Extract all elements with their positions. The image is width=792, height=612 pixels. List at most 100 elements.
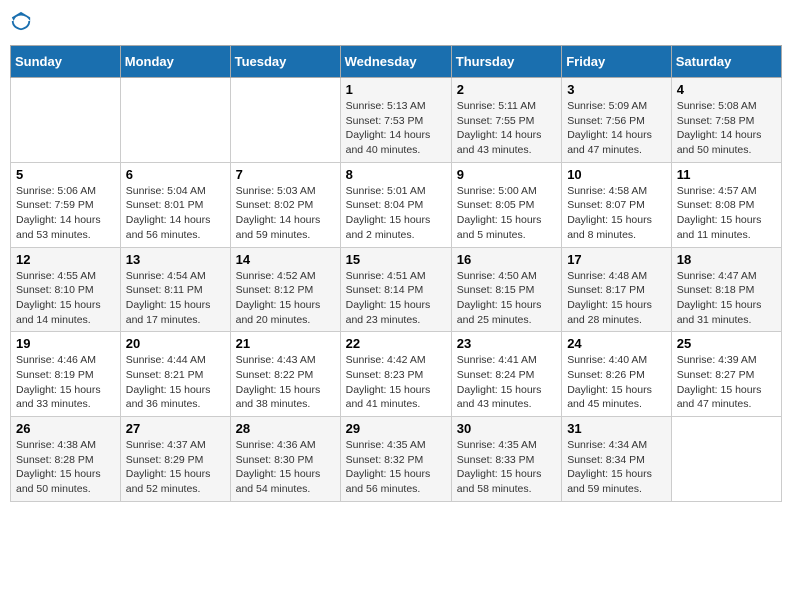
day-cell: 23Sunrise: 4:41 AMSunset: 8:24 PMDayligh…: [451, 332, 561, 417]
day-number: 26: [16, 421, 115, 436]
week-row-5: 26Sunrise: 4:38 AMSunset: 8:28 PMDayligh…: [11, 417, 782, 502]
page-header: [10, 10, 782, 37]
day-cell: 1 Sunrise: 5:13 AMSunset: 7:53 PMDaylight…: [340, 78, 451, 163]
week-row-3: 12 Sunrise: 4:55 AMSunset: 8:10 PMDayligh…: [11, 247, 782, 332]
day-number: 9: [457, 167, 556, 182]
day-number: 28: [236, 421, 335, 436]
day-info: Sunrise: 4:50 AMSunset: 8:15 PMDaylight:…: [457, 269, 556, 328]
day-info: Sunrise: 5:08 AMSunset: 7:58 PMDaylight:…: [677, 99, 776, 158]
day-cell: 13 Sunrise: 4:54 AMSunset: 8:11 PMDayligh…: [120, 247, 230, 332]
day-cell: [671, 417, 781, 502]
day-number: 1: [346, 82, 446, 97]
calendar-header: SundayMondayTuesdayWednesdayThursdayFrid…: [11, 46, 782, 78]
week-row-1: 1 Sunrise: 5:13 AMSunset: 7:53 PMDaylight…: [11, 78, 782, 163]
day-number: 2: [457, 82, 556, 97]
day-number: 5: [16, 167, 115, 182]
header-cell-tuesday: Tuesday: [230, 46, 340, 78]
day-cell: 10 Sunrise: 4:58 AMSunset: 8:07 PMDayligh…: [562, 162, 672, 247]
header-cell-saturday: Saturday: [671, 46, 781, 78]
day-info: Sunrise: 4:39 AMSunset: 8:27 PMDaylight:…: [677, 353, 776, 412]
day-cell: 21Sunrise: 4:43 AMSunset: 8:22 PMDayligh…: [230, 332, 340, 417]
day-cell: [120, 78, 230, 163]
day-cell: 11 Sunrise: 4:57 AMSunset: 8:08 PMDayligh…: [671, 162, 781, 247]
day-cell: 15 Sunrise: 4:51 AMSunset: 8:14 PMDayligh…: [340, 247, 451, 332]
day-info: Sunrise: 4:34 AMSunset: 8:34 PMDaylight:…: [567, 438, 666, 497]
day-cell: 19 Sunrise: 4:46 AMSunset: 8:19 PMDayligh…: [11, 332, 121, 417]
day-info: Sunrise: 4:47 AMSunset: 8:18 PMDaylight:…: [677, 269, 776, 328]
day-info: Sunrise: 4:57 AMSunset: 8:08 PMDaylight:…: [677, 184, 776, 243]
day-cell: 28 Sunrise: 4:36 AMSunset: 8:30 PMDayligh…: [230, 417, 340, 502]
day-number: 14: [236, 252, 335, 267]
day-info: Sunrise: 4:46 AMSunset: 8:19 PMDaylight:…: [16, 353, 115, 412]
day-info: Sunrise: 4:48 AMSunset: 8:17 PMDaylight:…: [567, 269, 666, 328]
day-number: 15: [346, 252, 446, 267]
day-cell: 4 Sunrise: 5:08 AMSunset: 7:58 PMDaylight…: [671, 78, 781, 163]
day-number: 10: [567, 167, 666, 182]
day-info: Sunrise: 4:41 AMSunset: 8:24 PMDaylight:…: [457, 353, 556, 412]
day-info: Sunrise: 5:00 AMSunset: 8:05 PMDaylight:…: [457, 184, 556, 243]
day-cell: 24 Sunrise: 4:40 AMSunset: 8:26 PMDayligh…: [562, 332, 672, 417]
day-cell: 31Sunrise: 4:34 AMSunset: 8:34 PMDayligh…: [562, 417, 672, 502]
day-info: Sunrise: 5:01 AMSunset: 8:04 PMDaylight:…: [346, 184, 446, 243]
day-info: Sunrise: 4:58 AMSunset: 8:07 PMDaylight:…: [567, 184, 666, 243]
day-info: Sunrise: 5:04 AMSunset: 8:01 PMDaylight:…: [126, 184, 225, 243]
day-info: Sunrise: 4:44 AMSunset: 8:21 PMDaylight:…: [126, 353, 225, 412]
day-number: 3: [567, 82, 666, 97]
day-number: 22: [346, 336, 446, 351]
day-cell: 29 Sunrise: 4:35 AMSunset: 8:32 PMDayligh…: [340, 417, 451, 502]
day-cell: [230, 78, 340, 163]
day-number: 11: [677, 167, 776, 182]
day-info: Sunrise: 4:54 AMSunset: 8:11 PMDaylight:…: [126, 269, 225, 328]
day-cell: 6 Sunrise: 5:04 AMSunset: 8:01 PMDaylight…: [120, 162, 230, 247]
day-cell: 17 Sunrise: 4:48 AMSunset: 8:17 PMDayligh…: [562, 247, 672, 332]
day-number: 25: [677, 336, 776, 351]
day-number: 30: [457, 421, 556, 436]
day-cell: 2 Sunrise: 5:11 AMSunset: 7:55 PMDaylight…: [451, 78, 561, 163]
day-number: 16: [457, 252, 556, 267]
logo-icon: [10, 10, 32, 32]
day-info: Sunrise: 4:36 AMSunset: 8:30 PMDaylight:…: [236, 438, 335, 497]
day-number: 29: [346, 421, 446, 436]
day-info: Sunrise: 5:03 AMSunset: 8:02 PMDaylight:…: [236, 184, 335, 243]
day-info: Sunrise: 5:09 AMSunset: 7:56 PMDaylight:…: [567, 99, 666, 158]
day-number: 8: [346, 167, 446, 182]
day-number: 12: [16, 252, 115, 267]
day-number: 19: [16, 336, 115, 351]
day-info: Sunrise: 4:35 AMSunset: 8:32 PMDaylight:…: [346, 438, 446, 497]
day-cell: 12 Sunrise: 4:55 AMSunset: 8:10 PMDayligh…: [11, 247, 121, 332]
day-info: Sunrise: 4:55 AMSunset: 8:10 PMDaylight:…: [16, 269, 115, 328]
day-number: 18: [677, 252, 776, 267]
day-cell: 20 Sunrise: 4:44 AMSunset: 8:21 PMDayligh…: [120, 332, 230, 417]
day-info: Sunrise: 5:13 AMSunset: 7:53 PMDaylight:…: [346, 99, 446, 158]
header-cell-thursday: Thursday: [451, 46, 561, 78]
day-cell: 22Sunrise: 4:42 AMSunset: 8:23 PMDayligh…: [340, 332, 451, 417]
calendar-table: SundayMondayTuesdayWednesdayThursdayFrid…: [10, 45, 782, 502]
day-cell: 5Sunrise: 5:06 AMSunset: 7:59 PMDaylight…: [11, 162, 121, 247]
day-info: Sunrise: 4:35 AMSunset: 8:33 PMDaylight:…: [457, 438, 556, 497]
day-info: Sunrise: 4:51 AMSunset: 8:14 PMDaylight:…: [346, 269, 446, 328]
day-info: Sunrise: 4:52 AMSunset: 8:12 PMDaylight:…: [236, 269, 335, 328]
day-number: 17: [567, 252, 666, 267]
day-cell: 18 Sunrise: 4:47 AMSunset: 8:18 PMDayligh…: [671, 247, 781, 332]
day-number: 20: [126, 336, 225, 351]
header-cell-wednesday: Wednesday: [340, 46, 451, 78]
day-cell: 9 Sunrise: 5:00 AMSunset: 8:05 PMDaylight…: [451, 162, 561, 247]
week-row-2: 5Sunrise: 5:06 AMSunset: 7:59 PMDaylight…: [11, 162, 782, 247]
day-number: 27: [126, 421, 225, 436]
day-cell: 27 Sunrise: 4:37 AMSunset: 8:29 PMDayligh…: [120, 417, 230, 502]
day-cell: 30 Sunrise: 4:35 AMSunset: 8:33 PMDayligh…: [451, 417, 561, 502]
day-info: Sunrise: 4:37 AMSunset: 8:29 PMDaylight:…: [126, 438, 225, 497]
day-number: 4: [677, 82, 776, 97]
day-number: 21: [236, 336, 335, 351]
day-number: 6: [126, 167, 225, 182]
header-cell-sunday: Sunday: [11, 46, 121, 78]
day-number: 7: [236, 167, 335, 182]
day-cell: 8 Sunrise: 5:01 AMSunset: 8:04 PMDaylight…: [340, 162, 451, 247]
day-cell: 26Sunrise: 4:38 AMSunset: 8:28 PMDayligh…: [11, 417, 121, 502]
day-number: 13: [126, 252, 225, 267]
week-row-4: 19 Sunrise: 4:46 AMSunset: 8:19 PMDayligh…: [11, 332, 782, 417]
day-cell: 16 Sunrise: 4:50 AMSunset: 8:15 PMDayligh…: [451, 247, 561, 332]
day-info: Sunrise: 5:11 AMSunset: 7:55 PMDaylight:…: [457, 99, 556, 158]
day-info: Sunrise: 4:40 AMSunset: 8:26 PMDaylight:…: [567, 353, 666, 412]
day-number: 24: [567, 336, 666, 351]
